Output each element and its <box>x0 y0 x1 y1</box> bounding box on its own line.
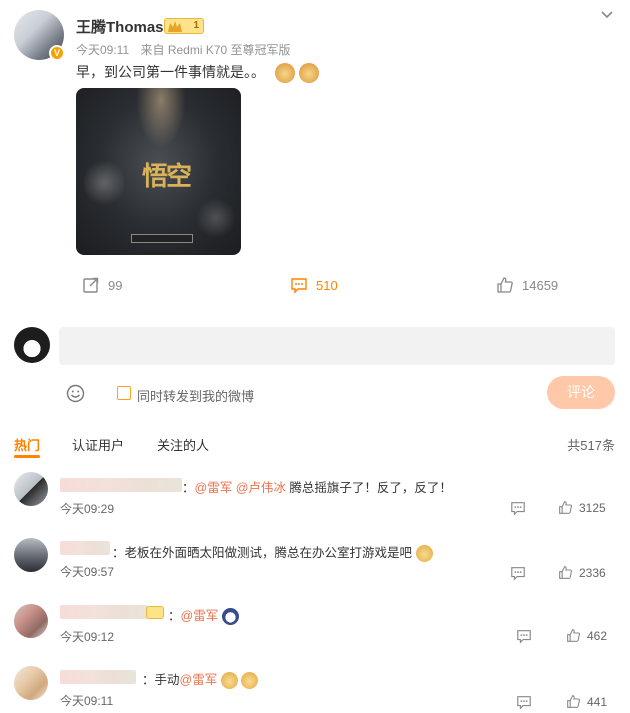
comment-text: ：手动@雷军 <box>142 669 259 690</box>
thumbs-up-icon <box>559 501 573 514</box>
comment-count: 510 <box>316 277 338 293</box>
post-time[interactable]: 今天09:11 <box>76 43 129 57</box>
comment-time[interactable]: 今天09:11 <box>60 692 113 709</box>
author-name[interactable]: 王腾Thomas <box>76 16 164 37</box>
submit-comment-button[interactable]: 评论 <box>547 376 615 409</box>
comment-avatar[interactable] <box>14 604 48 638</box>
post-meta: 今天09:11 来自 Redmi K70 至尊冠军版 <box>76 41 291 58</box>
comment-button[interactable]: 510 <box>290 276 338 294</box>
reply-icon[interactable] <box>510 500 526 516</box>
comment-like-button[interactable]: 462 <box>566 628 607 643</box>
emoji-picker-icon[interactable] <box>66 384 85 403</box>
repost-icon <box>83 277 99 293</box>
post-image[interactable]: 悟空 <box>76 88 241 255</box>
mention-link[interactable]: @卢伟冰 <box>236 481 286 495</box>
comment-total: 共517条 <box>567 438 615 453</box>
forward-label[interactable]: 同时转发到我的微博 <box>137 386 254 405</box>
comment-username[interactable] <box>60 605 148 619</box>
tab-following[interactable]: 关注的人 <box>157 435 209 454</box>
tab-hot[interactable]: 热门 <box>14 435 40 454</box>
thumbs-up-icon <box>567 629 581 642</box>
thumbs-up-icon <box>559 566 573 579</box>
comment-like-count: 2336 <box>579 565 606 580</box>
post-source: 来自 Redmi K70 至尊冠军版 <box>140 43 291 57</box>
comment-time[interactable]: 今天09:57 <box>60 563 114 580</box>
comment-icon <box>291 278 307 294</box>
image-caption: 悟空 <box>142 162 192 192</box>
verified-badge-icon: V <box>49 45 65 61</box>
reply-icon[interactable] <box>516 694 532 710</box>
membership-crown-icon[interactable]: 1 <box>164 18 204 34</box>
comment-username[interactable] <box>60 541 110 555</box>
post-content: 早，到公司第一件事情就是。。 <box>76 62 319 84</box>
membership-crown-icon[interactable] <box>146 606 164 619</box>
comment-username[interactable] <box>60 478 182 492</box>
comment-like-button[interactable]: 2336 <box>558 565 606 580</box>
repost-button[interactable]: 99 <box>82 276 122 294</box>
panda-emoji-icon <box>221 608 239 626</box>
mention-link[interactable]: @雷军 <box>181 609 219 623</box>
comment-text: ：老板在外面晒太阳做测试，腾总在办公室打游戏是吧 <box>112 542 433 563</box>
doge-emoji-icon <box>274 63 295 84</box>
repost-count: 99 <box>108 277 123 293</box>
comment-time[interactable]: 今天09:12 <box>60 628 114 645</box>
comment-text: ：@雷军 @卢伟冰 腾总摇旗子了！反了，反了！ <box>182 481 452 495</box>
comment-like-button[interactable]: 3125 <box>558 500 606 515</box>
post-text: 早，到公司第一件事情就是。。 <box>76 64 265 80</box>
doge-emoji-icon <box>415 545 433 563</box>
comment-input[interactable] <box>59 327 615 365</box>
comment-like-count: 462 <box>587 628 608 643</box>
doge-emoji-icon <box>241 672 259 690</box>
comment-like-count: 441 <box>587 694 608 709</box>
like-button[interactable]: 14659 <box>496 276 558 294</box>
comment-avatar[interactable] <box>14 666 48 700</box>
comment-like-count: 3125 <box>579 500 606 515</box>
comment-time[interactable]: 今天09:29 <box>60 500 114 517</box>
comment-text: ：@雷军 <box>168 605 239 626</box>
tab-verified[interactable]: 认证用户 <box>72 435 124 454</box>
like-count: 14659 <box>522 277 559 293</box>
chevron-down-icon[interactable] <box>600 8 614 22</box>
doge-emoji-icon <box>298 63 319 84</box>
comment-avatar[interactable] <box>14 538 48 572</box>
thumbs-up-icon <box>567 695 581 708</box>
tab-active-indicator <box>14 455 40 458</box>
mention-link[interactable]: @雷军 <box>180 673 218 687</box>
my-avatar[interactable] <box>14 327 50 363</box>
forward-checkbox[interactable] <box>117 386 131 400</box>
thumbs-up-icon <box>497 277 513 293</box>
comment-avatar[interactable] <box>14 472 48 506</box>
mention-link[interactable]: @雷军 <box>195 481 233 495</box>
reply-icon[interactable] <box>510 565 526 581</box>
doge-emoji-icon <box>220 672 238 690</box>
reply-icon[interactable] <box>516 628 532 644</box>
comment-like-button[interactable]: 441 <box>566 694 607 709</box>
comment-username[interactable] <box>60 670 136 684</box>
